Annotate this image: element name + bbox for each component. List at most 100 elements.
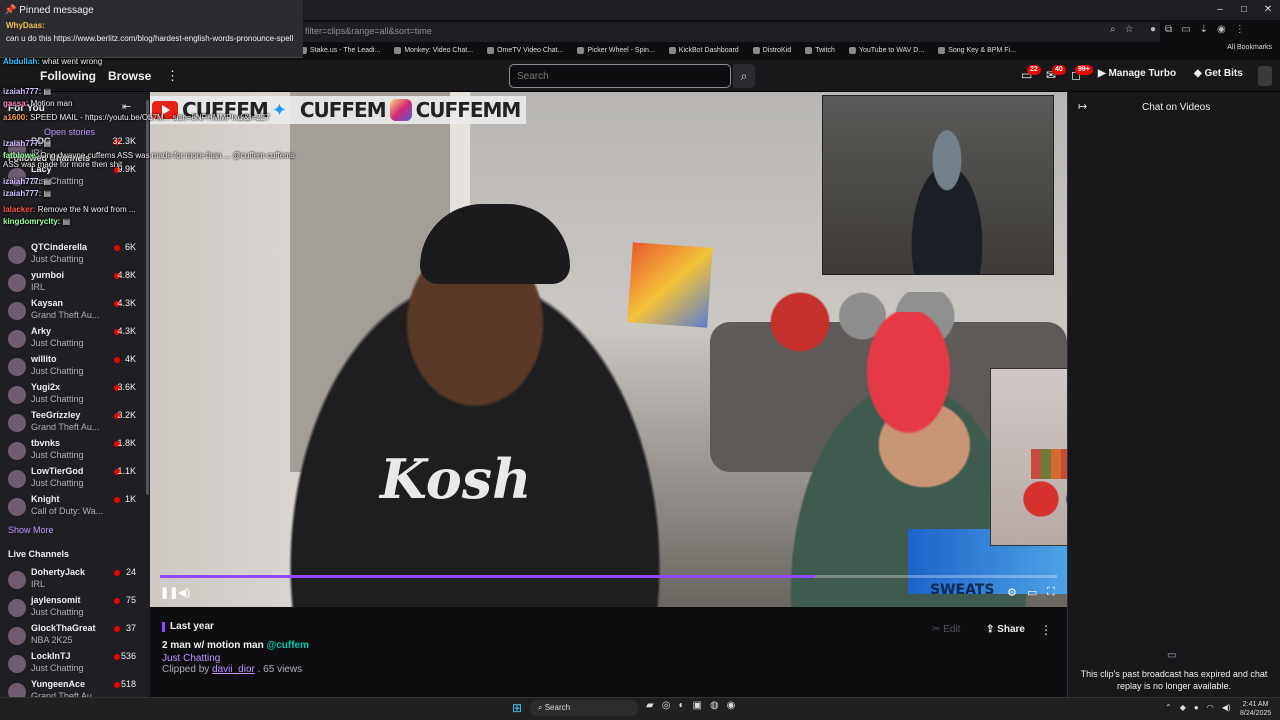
search-icon[interactable]: ⌕ <box>733 64 755 88</box>
pause-icon[interactable]: ❚❚ <box>160 586 178 599</box>
chat-message: a1600: SPEED MAIL - https://youtu.be/Ob7… <box>3 113 270 122</box>
fullscreen-icon[interactable]: ⛶ <box>1047 586 1055 599</box>
maximize-button[interactable]: □ <box>1232 0 1256 20</box>
collapse-sidebar-icon[interactable]: ⇤ <box>122 100 131 113</box>
live-dot-icon <box>114 357 120 363</box>
share-button[interactable]: ⇪ Share <box>986 624 1025 635</box>
more-options-icon[interactable]: ⋮ <box>1040 623 1052 637</box>
bookmark-favicon-icon <box>938 46 946 54</box>
extension-icon[interactable]: ● <box>1150 24 1156 35</box>
sidebar-followed-channel[interactable]: Arky Just Chatting 4.3K <box>0 326 148 354</box>
viewer-count: 4K <box>124 354 136 364</box>
channel-name: tbvnks <box>31 438 61 448</box>
sidebar-followed-channel[interactable]: TeeGrizzley Grand Theft Au... 3.2K <box>0 410 148 438</box>
bookmark-item[interactable]: KickBot Dashboard <box>668 43 739 57</box>
avatar <box>8 414 26 432</box>
zoom-icon[interactable]: ⌕ <box>1110 24 1116 35</box>
clip-date: Last year <box>170 621 214 632</box>
all-bookmarks-button[interactable]: All Bookmarks <box>1227 44 1272 51</box>
manage-turbo-button[interactable]: ▶ Manage Turbo <box>1098 68 1176 79</box>
edit-button[interactable]: ✂ Edit <box>932 624 960 635</box>
sidebar-live-channel[interactable]: jaylensomit Just Chatting 75 <box>0 595 148 623</box>
tray-app-icon[interactable]: ● <box>1194 703 1199 712</box>
user-avatar[interactable] <box>1258 66 1272 86</box>
clip-category-link[interactable]: Just Chatting <box>162 653 220 664</box>
pinned-user[interactable]: WhyDaas: <box>6 21 45 30</box>
bookmark-star-icon[interactable]: ☆ <box>1125 24 1134 35</box>
tray-app-icon[interactable]: ◆ <box>1180 703 1186 712</box>
profile-icon[interactable]: ◉ <box>1217 24 1226 35</box>
sidebar-live-channel[interactable]: LockInTJ Just Chatting 536 <box>0 651 148 679</box>
sidebar-followed-channel[interactable]: yurnboi IRL 4.8K <box>0 270 148 298</box>
get-bits-button[interactable]: ◆ Get Bits <box>1194 68 1243 79</box>
app-icon[interactable]: ▣ <box>692 700 701 711</box>
settings-gear-icon[interactable]: ⚙ <box>1007 586 1017 599</box>
channel-category: Just Chatting <box>31 663 84 673</box>
windows-start-icon[interactable]: ⊞ <box>512 701 522 715</box>
sidebar-followed-channel[interactable]: Knight Call of Duty: Wa... 1K <box>0 494 148 522</box>
menu-icon[interactable]: ⋮ <box>1235 24 1245 35</box>
taskbar-clock[interactable]: 2:41 AM 8/24/2025 <box>1240 700 1271 718</box>
sidebar-live-channel[interactable]: GlockThaGreat NBA 2K25 37 <box>0 623 148 651</box>
show-more-link[interactable]: Show More <box>8 525 54 535</box>
channel-name: Arky <box>31 326 52 336</box>
search-input[interactable] <box>509 64 731 88</box>
nav-browse[interactable]: Browse <box>108 69 151 83</box>
sidebar-followed-channel[interactable]: LowTierGod Just Chatting 1.1K <box>0 466 148 494</box>
viewer-count: 518 <box>120 679 136 689</box>
bookmark-item[interactable]: Picker Wheel - Spin... <box>577 43 655 57</box>
chevron-up-icon[interactable]: ⌃ <box>1165 703 1172 712</box>
discord-icon[interactable]: ◉ <box>727 700 736 711</box>
bookmark-item[interactable]: YouTube to WAV D... <box>848 43 924 57</box>
url-text[interactable]: filter=clips&range=all&sort=time <box>305 26 432 36</box>
chat-panel <box>1067 92 1280 700</box>
taskbar-search[interactable]: ⌕ Search <box>530 700 638 716</box>
viewer-count: 24 <box>125 567 136 577</box>
bookmark-item[interactable]: Song Key & BPM Fi... <box>938 43 1016 57</box>
bookmark-item[interactable]: OmeTV Video Chat... <box>487 43 563 57</box>
search-icon: ⌕ <box>538 703 545 712</box>
progress-fill[interactable] <box>160 575 815 578</box>
clip-mention-link[interactable]: @cuffem <box>266 640 309 651</box>
video-player[interactable]: Kosh SWEATS CUFFEM ✦ CUFFEM CUFFEMM ❚❚ ◀… <box>150 92 1067 607</box>
chrome-icon[interactable]: ◎ <box>662 700 671 711</box>
open-stories-link[interactable]: Open stories <box>44 127 95 137</box>
sidebar-followed-channel[interactable]: tbvnks Just Chatting 1.8K <box>0 438 148 466</box>
sidebar-followed-channel[interactable]: willito Just Chatting 4K <box>0 354 148 382</box>
sidebar-followed-channel[interactable]: Kaysan Grand Theft Au... 4.3K <box>0 298 148 326</box>
bookmark-item[interactable]: Stake.us - The Leadi... <box>300 43 380 57</box>
steam-icon[interactable]: ◐ <box>678 700 684 711</box>
channel-category: Just Chatting <box>31 607 84 617</box>
minimize-button[interactable]: – <box>1208 0 1232 20</box>
volume-icon[interactable]: ◀) <box>1222 703 1231 712</box>
sidebar-followed-channel[interactable]: QTCinderella Just Chatting 6K <box>0 242 148 270</box>
sidebar-followed-channel[interactable]: Yugi2x Just Chatting 3.6K <box>0 382 148 410</box>
viewer-count: 1.8K <box>117 438 136 448</box>
avatar <box>8 599 26 617</box>
volume-icon[interactable]: ◀) <box>178 586 190 599</box>
nav-following[interactable]: Following <box>40 69 96 83</box>
puzzle-icon[interactable]: ⧉ <box>1165 24 1172 35</box>
clipper-link[interactable]: davii_dior <box>212 664 255 675</box>
theatre-mode-icon[interactable]: ▭ <box>1027 586 1037 599</box>
close-window-button[interactable]: ✕ <box>1256 0 1280 20</box>
bookmark-favicon-icon <box>577 46 585 54</box>
download-icon[interactable]: ⇣ <box>1200 24 1208 35</box>
sidepanel-icon[interactable]: ▭ <box>1181 24 1190 35</box>
viewer-count: 37 <box>125 623 136 633</box>
sidebar-live-channel[interactable]: DohertyJack IRL 24 <box>0 567 148 595</box>
inbox-badge: 22 <box>1027 65 1041 75</box>
wifi-icon[interactable]: ◠ <box>1207 703 1214 712</box>
bookmark-item[interactable]: DistroKid <box>752 43 791 57</box>
app-icon[interactable]: ◍ <box>710 700 719 711</box>
bookmark-item[interactable]: Monkey: Video Chat... <box>394 43 473 57</box>
avatar <box>8 274 26 292</box>
file-explorer-icon[interactable]: ▰ <box>646 700 654 711</box>
more-options-icon[interactable]: ⋮ <box>166 68 179 84</box>
avatar <box>8 498 26 516</box>
bookmark-item[interactable]: Twitch <box>805 43 835 57</box>
channel-category: Just Chatting <box>31 394 84 404</box>
date-accent-bar <box>162 622 165 632</box>
avatar <box>8 330 26 348</box>
collapse-chat-icon[interactable]: ↦ <box>1078 100 1087 113</box>
